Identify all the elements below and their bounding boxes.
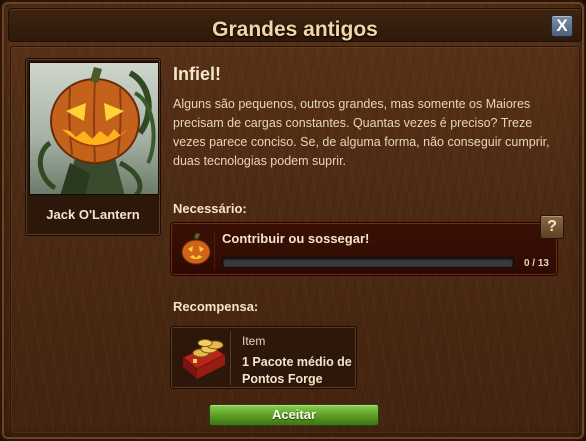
- requirement-box: Contribuir ou sossegar! 0 / 13: [170, 222, 558, 276]
- progress-count: 0 / 13: [523, 258, 549, 269]
- pumpkin-icon: [177, 231, 215, 269]
- reward-name: 1 Pacote médio de Pontos Forge: [242, 355, 352, 386]
- character-name: Jack O'Lantern: [46, 207, 140, 222]
- quest-dialog: Grandes antigos X Jack O'Lantern Infiel!…: [0, 0, 586, 441]
- requirement-progress-bar: [222, 257, 514, 268]
- pumpkin-portrait-icon: [38, 67, 156, 194]
- character-card: Jack O'Lantern: [25, 58, 161, 236]
- reward-label: Recompensa:: [173, 299, 259, 314]
- reward-box[interactable]: Item 1 Pacote médio de Pontos Forge: [170, 326, 357, 389]
- dialog-title: Grandes antigos: [212, 18, 378, 41]
- quest-description: Alguns são pequenos, outros grandes, mas…: [173, 97, 550, 168]
- jack-o-lantern-portrait: [29, 62, 159, 195]
- help-button[interactable]: ?: [540, 215, 564, 239]
- reward-type: Item: [242, 334, 266, 348]
- forge-points-pack-icon: [175, 331, 231, 385]
- requirement-label: Necessário:: [173, 201, 247, 216]
- close-button[interactable]: X: [551, 15, 573, 37]
- dialog-titlebar: Grandes antigos X: [8, 8, 582, 42]
- accept-button[interactable]: Aceitar: [209, 404, 379, 426]
- requirement-text: Contribuir ou sossegar!: [222, 231, 370, 246]
- quest-title: Infiel!: [173, 64, 221, 84]
